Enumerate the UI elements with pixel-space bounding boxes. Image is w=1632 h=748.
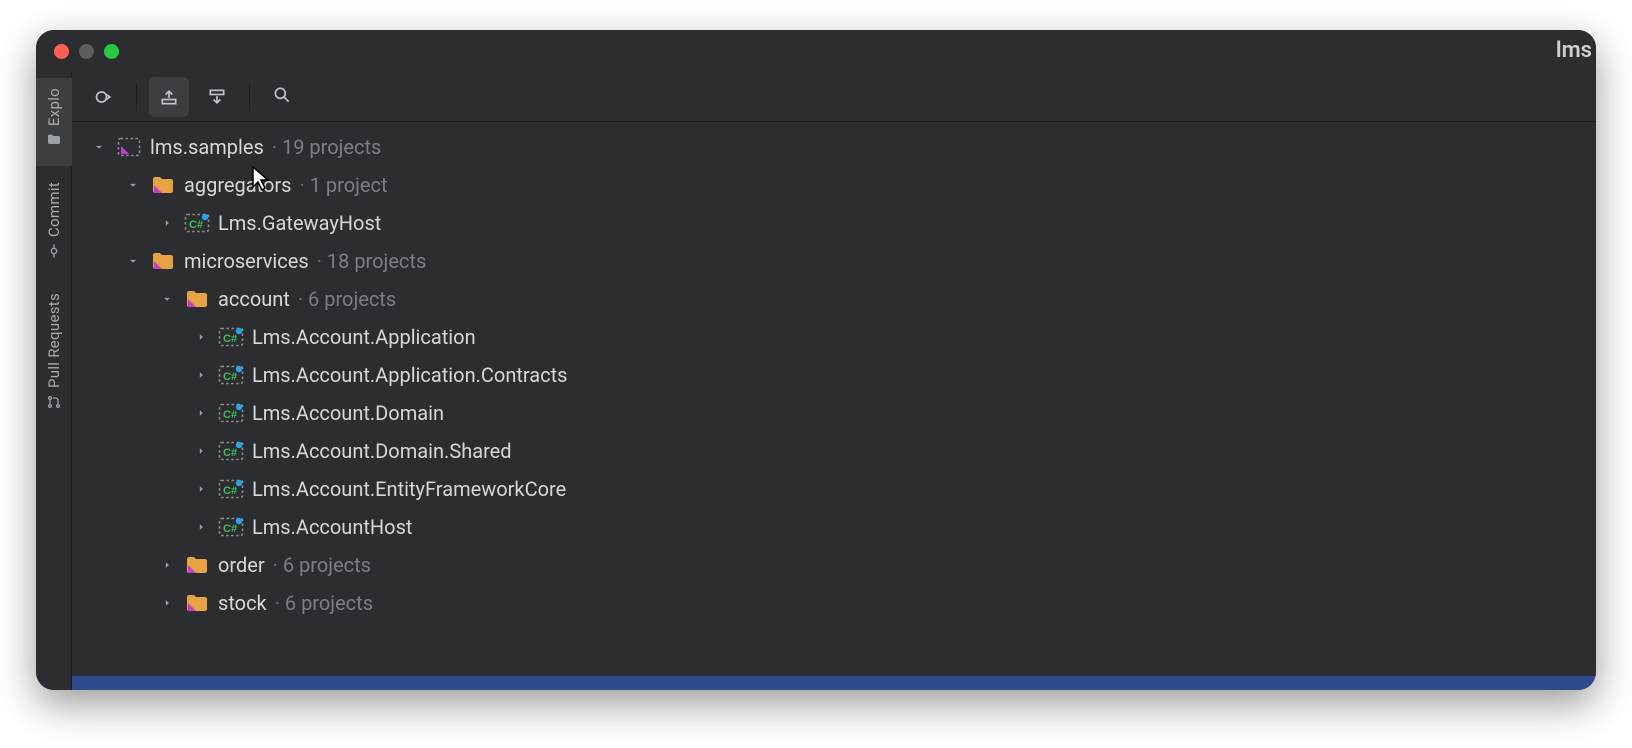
node-meta: 6 projects bbox=[298, 280, 396, 318]
expand-all-button[interactable] bbox=[197, 77, 237, 117]
csharp-project-icon: C# bbox=[218, 401, 244, 425]
node-name: aggregators bbox=[184, 166, 292, 204]
commit-tab[interactable]: Commit bbox=[36, 172, 72, 277]
node-meta: 18 projects bbox=[317, 242, 427, 280]
svg-text:C#: C# bbox=[223, 485, 237, 497]
ide-body: Explo Commit Pull Requests bbox=[36, 72, 1596, 690]
vcs-commit-icon bbox=[46, 243, 62, 263]
selected-row-strip bbox=[72, 676, 1596, 690]
chevron-right-icon[interactable] bbox=[192, 442, 210, 460]
node-name: order bbox=[218, 546, 265, 584]
csharp-project-icon: C# bbox=[184, 211, 210, 235]
pull-requests-tab-label: Pull Requests bbox=[45, 293, 63, 388]
node-name: Lms.Account.Domain bbox=[252, 394, 444, 432]
svg-text:C#: C# bbox=[223, 333, 237, 345]
chevron-right-icon[interactable] bbox=[158, 214, 176, 232]
svg-text:C#: C# bbox=[223, 447, 237, 459]
csharp-project-icon: C# bbox=[218, 363, 244, 387]
node-meta: 19 projects bbox=[272, 128, 382, 166]
node-name: Lms.GatewayHost bbox=[218, 204, 381, 242]
solution-folder-icon bbox=[150, 249, 176, 273]
solution-icon bbox=[116, 135, 142, 159]
minimize-window-button[interactable] bbox=[79, 44, 94, 59]
explorer-panel: lms.samples19 projects aggregators1 proj… bbox=[72, 72, 1596, 690]
scroll-from-source-button[interactable] bbox=[84, 77, 124, 117]
window-title: lms bbox=[1556, 30, 1596, 72]
tree-row[interactable]: C# Lms.Account.Application bbox=[72, 318, 1596, 356]
search-icon bbox=[272, 85, 292, 109]
ide-window: lms Explo Commit Pull Requests bbox=[36, 30, 1596, 690]
tree-row[interactable]: account6 projects bbox=[72, 280, 1596, 318]
solution-folder-icon bbox=[184, 287, 210, 311]
node-name: Lms.Account.Application.Contracts bbox=[252, 356, 568, 394]
toolbar-separator bbox=[136, 83, 137, 111]
svg-text:C#: C# bbox=[223, 409, 237, 421]
csharp-project-icon: C# bbox=[218, 477, 244, 501]
chevron-right-icon[interactable] bbox=[192, 404, 210, 422]
tree-row[interactable]: C# Lms.GatewayHost bbox=[72, 204, 1596, 242]
solution-folder-icon bbox=[150, 173, 176, 197]
tree-row[interactable]: lms.samples19 projects bbox=[72, 128, 1596, 166]
commit-tab-label: Commit bbox=[45, 182, 63, 237]
node-name: lms.samples bbox=[150, 128, 264, 166]
maximize-window-button[interactable] bbox=[104, 44, 119, 59]
csharp-project-icon: C# bbox=[218, 325, 244, 349]
tree-row[interactable]: stock6 projects bbox=[72, 584, 1596, 622]
node-name: microservices bbox=[184, 242, 309, 280]
toolbar-separator bbox=[249, 83, 250, 111]
solution-folder-icon bbox=[184, 553, 210, 577]
chevron-right-icon[interactable] bbox=[192, 480, 210, 498]
tree-row[interactable]: order6 projects bbox=[72, 546, 1596, 584]
tree-row[interactable]: microservices18 projects bbox=[72, 242, 1596, 280]
search-button[interactable] bbox=[262, 77, 302, 117]
chevron-right-icon[interactable] bbox=[192, 366, 210, 384]
node-name: account bbox=[218, 280, 290, 318]
node-name: Lms.Account.EntityFrameworkCore bbox=[252, 470, 566, 508]
explorer-tab[interactable]: Explo bbox=[36, 78, 72, 166]
chevron-right-icon[interactable] bbox=[158, 556, 176, 574]
chevron-right-icon[interactable] bbox=[192, 518, 210, 536]
explorer-tab-label: Explo bbox=[45, 88, 63, 126]
node-name: Lms.AccountHost bbox=[252, 508, 412, 546]
node-name: Lms.Account.Application bbox=[252, 318, 476, 356]
folder-icon bbox=[46, 132, 62, 152]
chevron-down-icon[interactable] bbox=[90, 138, 108, 156]
solution-tree[interactable]: lms.samples19 projects aggregators1 proj… bbox=[72, 122, 1596, 676]
chevron-down-icon[interactable] bbox=[158, 290, 176, 308]
tree-row[interactable]: C# Lms.AccountHost bbox=[72, 508, 1596, 546]
tree-row[interactable]: C# Lms.Account.EntityFrameworkCore bbox=[72, 470, 1596, 508]
chevron-right-icon[interactable] bbox=[158, 594, 176, 612]
svg-text:C#: C# bbox=[223, 523, 237, 535]
traffic-lights bbox=[54, 44, 119, 59]
chevron-down-icon[interactable] bbox=[124, 176, 142, 194]
chevron-right-icon[interactable] bbox=[192, 328, 210, 346]
node-meta: 6 projects bbox=[275, 584, 373, 622]
titlebar: lms bbox=[36, 30, 1596, 72]
node-name: Lms.Account.Domain.Shared bbox=[252, 432, 512, 470]
chevron-down-icon[interactable] bbox=[124, 252, 142, 270]
csharp-project-icon: C# bbox=[218, 515, 244, 539]
collapse-all-button[interactable] bbox=[149, 77, 189, 117]
explorer-toolbar bbox=[72, 72, 1596, 122]
pull-requests-tab[interactable]: Pull Requests bbox=[36, 283, 72, 428]
tree-row[interactable]: aggregators1 project bbox=[72, 166, 1596, 204]
close-window-button[interactable] bbox=[54, 44, 69, 59]
tree-row[interactable]: C# Lms.Account.Domain.Shared bbox=[72, 432, 1596, 470]
solution-folder-icon bbox=[184, 591, 210, 615]
node-meta: 1 project bbox=[300, 166, 388, 204]
svg-text:C#: C# bbox=[223, 371, 237, 383]
tree-row[interactable]: C# Lms.Account.Application.Contracts bbox=[72, 356, 1596, 394]
tree-row[interactable]: C# Lms.Account.Domain bbox=[72, 394, 1596, 432]
csharp-project-icon: C# bbox=[218, 439, 244, 463]
node-name: stock bbox=[218, 584, 267, 622]
pull-request-icon bbox=[46, 394, 62, 414]
node-meta: 6 projects bbox=[273, 546, 371, 584]
tool-window-rail: Explo Commit Pull Requests bbox=[36, 72, 72, 690]
svg-text:C#: C# bbox=[189, 219, 203, 231]
